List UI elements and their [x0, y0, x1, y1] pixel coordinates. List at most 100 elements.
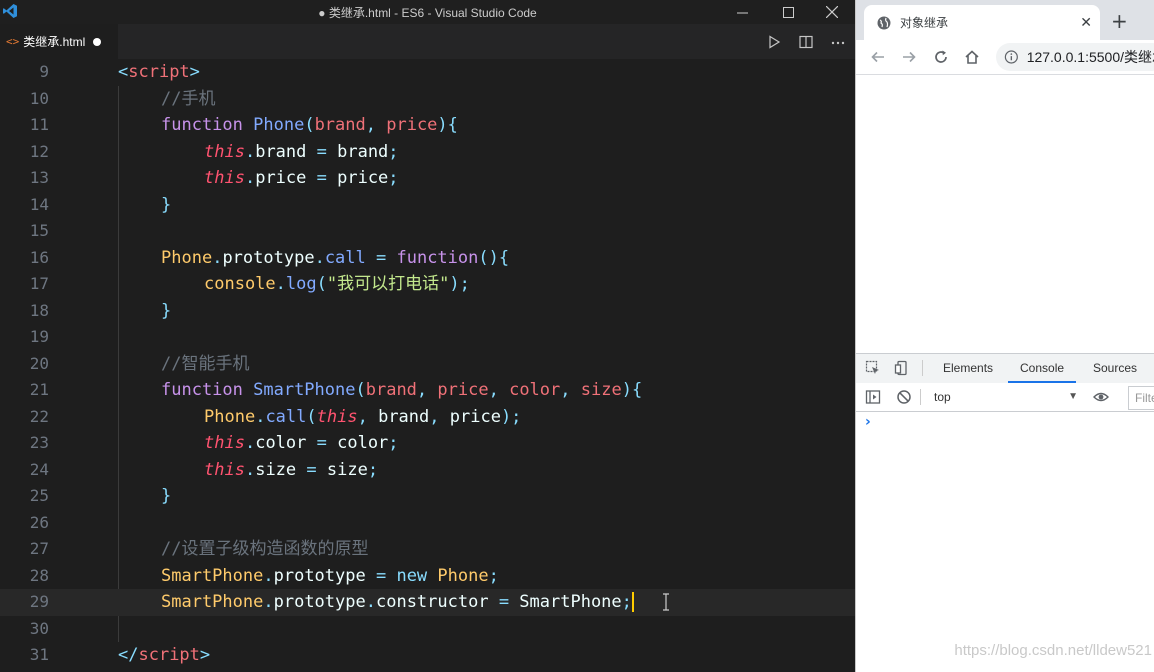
- home-button[interactable]: [962, 47, 982, 67]
- code-token: .: [244, 459, 256, 480]
- inspect-element-icon[interactable]: [865, 360, 881, 376]
- code-line[interactable]: 21 function SmartPhone(brand, price, colo…: [0, 377, 855, 404]
- mouse-ibeam-icon: [663, 593, 669, 611]
- code-token: ;: [488, 565, 499, 586]
- line-number: 13: [29, 168, 49, 187]
- reload-icon: [935, 50, 947, 63]
- code-line[interactable]: 25}: [0, 483, 855, 510]
- code-line[interactable]: 9 <script>: [0, 59, 855, 86]
- close-window-button[interactable]: [809, 0, 855, 24]
- browser-tab[interactable]: 对象继承 ✕: [864, 5, 1100, 40]
- console-output[interactable]: ›: [856, 412, 1154, 672]
- editor-actions: [765, 24, 847, 59]
- code-token: script: [128, 62, 190, 82]
- code-line[interactable]: 31 </script>: [0, 642, 855, 669]
- minimize-button[interactable]: [719, 0, 765, 24]
- code-line[interactable]: 11 function Phone(brand, price){: [0, 112, 855, 139]
- html-file-icon: <>: [6, 35, 20, 48]
- more-actions-icon: [831, 41, 845, 44]
- code-token: .: [244, 168, 256, 188]
- code-line[interactable]: 15: [0, 218, 855, 245]
- more-actions-button[interactable]: [829, 33, 847, 51]
- code-token: this: [204, 433, 245, 453]
- code-text: SmartPhone.prototype = new Phone;: [161, 563, 499, 590]
- code-line[interactable]: 18}: [0, 298, 855, 325]
- code-line[interactable]: 22 Phone.call(this, brand, price);: [0, 404, 855, 431]
- console-toolbar: top ▼ Filter: [856, 383, 1154, 412]
- code-token: //智能手机: [161, 353, 250, 374]
- code-text: //设置子级构造函数的原型: [161, 536, 368, 563]
- code-text: this.brand = brand;: [204, 139, 399, 166]
- editor-tab-active[interactable]: <> 类继承.html: [0, 24, 118, 59]
- code-line[interactable]: 20 //智能手机: [0, 351, 855, 378]
- code-token: brand: [314, 115, 366, 135]
- code-line[interactable]: 26: [0, 510, 855, 537]
- devtools-tab-sources[interactable]: Sources: [1081, 354, 1149, 383]
- code-line[interactable]: 19: [0, 324, 855, 351]
- code-token: (: [316, 274, 327, 294]
- address-bar[interactable]: 127.0.0.1:5500/类继承: [996, 43, 1154, 71]
- reload-button[interactable]: [931, 47, 951, 67]
- code-token: }: [161, 300, 172, 321]
- code-line[interactable]: 24 this.size = size;: [0, 457, 855, 484]
- code-line[interactable]: 28 SmartPhone.prototype = new Phone;: [0, 563, 855, 590]
- code-token: }: [161, 194, 172, 215]
- info-icon[interactable]: [1004, 49, 1019, 65]
- code-token: //手机: [161, 88, 216, 109]
- code-token: Phone: [437, 565, 489, 586]
- close-tab-icon[interactable]: ✕: [1080, 14, 1092, 31]
- eye-icon[interactable]: [1093, 389, 1109, 405]
- code-line[interactable]: 14}: [0, 192, 855, 219]
- console-filter-input[interactable]: Filter: [1128, 386, 1154, 410]
- code-text: this.size = size;: [204, 457, 378, 484]
- browser-tab-title: 对象继承: [900, 16, 949, 30]
- browser-tab-strip: 对象继承 ✕ +: [856, 0, 1154, 40]
- code-line[interactable]: 30: [0, 616, 855, 643]
- code-line[interactable]: 13 this.price = price;: [0, 165, 855, 192]
- code-token: (: [355, 380, 366, 400]
- context-selector[interactable]: top ▼: [928, 387, 1084, 407]
- line-number: 11: [29, 115, 49, 134]
- code-token: price: [449, 406, 501, 427]
- code-token: (){: [478, 247, 510, 268]
- code-token: }: [161, 486, 172, 506]
- code-token: console: [204, 274, 276, 294]
- code-line[interactable]: 12 this.brand = brand;: [0, 139, 855, 166]
- device-toolbar-icon[interactable]: [894, 360, 910, 376]
- forward-button[interactable]: [899, 47, 919, 67]
- code-text: </script>: [118, 642, 210, 669]
- code-token: ;: [621, 592, 632, 612]
- clear-console-icon[interactable]: [896, 389, 912, 405]
- code-token: this: [204, 459, 245, 480]
- line-number: 20: [29, 353, 49, 373]
- code-token: ,: [488, 380, 510, 400]
- code-token: size: [326, 459, 368, 480]
- code-line[interactable]: 10 //手机: [0, 86, 855, 113]
- code-token: //设置子级构造函数的原型: [161, 539, 369, 559]
- unsaved-dot-icon[interactable]: [93, 37, 102, 46]
- code-token: );: [449, 274, 470, 294]
- run-icon: [769, 34, 781, 49]
- code-line[interactable]: 17 console.log("我可以打电话");: [0, 271, 855, 298]
- console-prompt-icon[interactable]: ›: [865, 414, 871, 430]
- code-token: SmartPhone: [519, 592, 622, 612]
- line-number: 15: [29, 221, 49, 240]
- show-sidebar-icon[interactable]: [865, 389, 881, 405]
- code-token: call: [265, 406, 307, 427]
- split-editor-button[interactable]: [797, 33, 815, 51]
- code-token: function: [396, 247, 479, 268]
- new-tab-button[interactable]: +: [1111, 9, 1128, 33]
- run-button[interactable]: [765, 33, 783, 51]
- code-line[interactable]: 27 //设置子级构造函数的原型: [0, 536, 855, 563]
- line-number: 14: [29, 194, 49, 214]
- back-button[interactable]: [868, 47, 888, 67]
- devtools-tab-elements[interactable]: Elements: [931, 354, 1005, 383]
- code-line[interactable]: 16 Phone.prototype.call = function(){: [0, 245, 855, 272]
- code-token: .: [263, 592, 274, 612]
- maximize-button[interactable]: [765, 0, 811, 24]
- code-token: =: [488, 592, 520, 612]
- code-line[interactable]: 23 this.color = color;: [0, 430, 855, 457]
- code-line[interactable]: 29 SmartPhone.prototype.constructor = Sma…: [0, 589, 855, 616]
- devtools-tab-console[interactable]: Console: [1008, 354, 1077, 383]
- code-editor[interactable]: 9 <script> 10//手机 11 function Phone(brand, p…: [0, 59, 855, 672]
